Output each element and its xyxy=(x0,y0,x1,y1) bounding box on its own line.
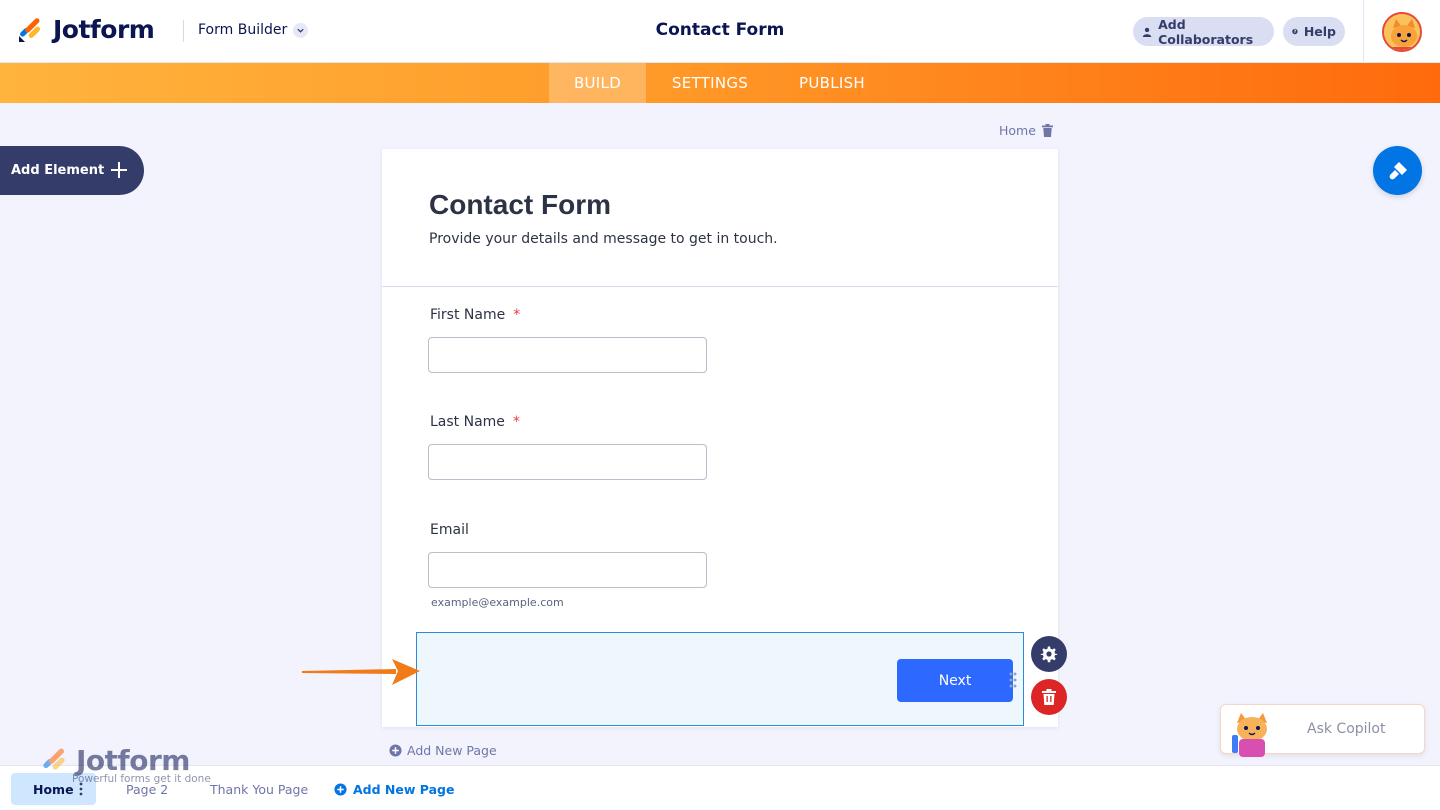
tab-build[interactable]: BUILD xyxy=(549,63,646,103)
email-label: Email xyxy=(430,522,469,538)
user-icon xyxy=(1142,27,1152,37)
more-options-icon[interactable] xyxy=(79,782,83,796)
tab-publish[interactable]: PUBLISH xyxy=(774,63,890,103)
required-mark: * xyxy=(513,307,521,323)
add-collaborators-label: Add Collaborators xyxy=(1158,16,1254,47)
help-button[interactable]: ? Help xyxy=(1283,17,1345,46)
first-name-label-text: First Name xyxy=(430,307,506,323)
add-collaborators-button[interactable]: Add Collaborators xyxy=(1133,16,1274,47)
paint-roller-icon xyxy=(1389,161,1407,179)
last-name-label-text: Last Name xyxy=(430,414,505,430)
page-tab-thank-you[interactable]: Thank You Page xyxy=(210,773,308,805)
help-label: Help xyxy=(1303,24,1336,39)
jotform-logo[interactable]: Jotform xyxy=(17,14,155,44)
form-builder-label: Form Builder xyxy=(198,22,288,38)
page-tabs-bar: Home Page 2 Thank You Page Add New Page xyxy=(0,765,1440,810)
tab-settings[interactable]: SETTINGS xyxy=(646,63,774,103)
trash-icon xyxy=(1042,689,1056,705)
delete-field-button[interactable] xyxy=(1031,679,1067,715)
page-tab-home-label: Home xyxy=(33,781,74,797)
last-name-label: Last Name * xyxy=(430,414,520,430)
header-separator xyxy=(1363,0,1364,63)
header-divider xyxy=(183,20,184,42)
jotform-logo-icon xyxy=(19,18,41,42)
form-subheading: Provide your details and message to get … xyxy=(429,231,778,247)
add-new-page-link[interactable]: Add New Page xyxy=(389,743,497,758)
add-element-button[interactable]: Add Element xyxy=(0,146,144,195)
form-builder-dropdown[interactable]: Form Builder xyxy=(198,22,309,38)
email-sublabel: example@example.com xyxy=(431,596,564,609)
add-new-page-tab[interactable]: Add New Page xyxy=(334,773,454,805)
builder-nav: BUILD SETTINGS PUBLISH xyxy=(0,63,1440,103)
form-header[interactable]: Contact Form Provide your details and me… xyxy=(382,149,1058,287)
help-icon: ? xyxy=(1292,28,1298,35)
page-label: Home xyxy=(999,123,1053,138)
plus-circle-icon xyxy=(334,782,347,796)
gear-icon xyxy=(1040,646,1058,663)
drag-handle-icon[interactable] xyxy=(1009,671,1017,689)
page-tab-home[interactable]: Home xyxy=(11,773,96,805)
required-mark: * xyxy=(512,414,520,430)
ask-copilot-label: Ask Copilot xyxy=(1307,721,1386,737)
next-button[interactable]: Next xyxy=(897,659,1013,702)
orange-arrow-icon xyxy=(302,659,420,685)
add-element-label: Add Element xyxy=(11,163,105,178)
plus-circle-icon xyxy=(389,744,402,757)
email-input[interactable] xyxy=(428,552,707,588)
chevron-down-icon xyxy=(293,22,309,38)
add-new-page-tab-label: Add New Page xyxy=(353,781,455,797)
page-tab-page-2[interactable]: Page 2 xyxy=(126,773,168,805)
field-properties-button[interactable] xyxy=(1031,636,1067,672)
page-label-text: Home xyxy=(999,123,1036,138)
ask-copilot-button[interactable]: Ask Copilot xyxy=(1220,704,1425,757)
cat-avatar-icon xyxy=(1384,14,1420,50)
trash-icon[interactable] xyxy=(1041,124,1053,137)
form-designer-button[interactable] xyxy=(1373,146,1422,195)
first-name-input[interactable] xyxy=(428,337,707,373)
page-break-field[interactable]: Next xyxy=(416,632,1024,726)
plus-icon xyxy=(111,162,127,178)
user-avatar[interactable] xyxy=(1382,12,1422,52)
last-name-input[interactable] xyxy=(428,444,707,480)
top-header: Jotform Form Builder Contact Form Add Co… xyxy=(0,0,1440,63)
add-new-page-label: Add New Page xyxy=(407,743,497,758)
email-label-text: Email xyxy=(430,522,469,538)
copilot-cat-icon xyxy=(1232,713,1267,757)
form-heading: Contact Form xyxy=(429,189,611,220)
first-name-label: First Name * xyxy=(430,307,520,323)
logo-text: Jotform xyxy=(53,14,155,44)
